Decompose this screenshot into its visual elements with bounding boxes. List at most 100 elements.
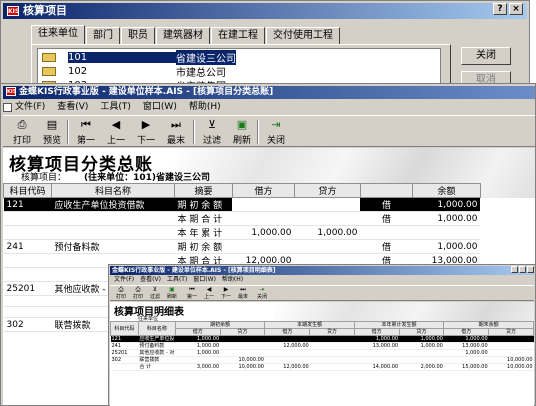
tab-building-materials[interactable]: 建筑器材 (156, 27, 210, 44)
folder-icon (42, 53, 56, 62)
detail-menu-view[interactable]: 查看(V) (137, 276, 164, 284)
detail-prev-button[interactable]: ◀ 上一 (201, 287, 217, 301)
menu-tools[interactable]: 工具(T) (94, 100, 137, 114)
help-button[interactable]: ? (493, 3, 507, 15)
table-row[interactable]: 本 期 合 计 借 1,000.00 (3, 211, 481, 226)
cell-credit: 1,000.00 (294, 225, 361, 240)
refresh-label: 刷新 (232, 136, 251, 146)
maximize-icon[interactable] (519, 266, 526, 273)
preview-button[interactable]: ▤ 预览 (37, 119, 67, 147)
col-header-name[interactable]: 科目名称 (51, 183, 175, 198)
detail-print2-label: 打印 (132, 294, 143, 300)
menu-view[interactable]: 查看(V) (51, 100, 94, 114)
printer-icon: ⎙ (135, 286, 141, 293)
detail-table-row[interactable]: 302 联营拨款 10,000.00 10,000.00 (110, 356, 534, 364)
preview-label: 预览 (42, 136, 61, 146)
list-item[interactable]: 101 省建设三公司 (42, 50, 236, 65)
menu-file[interactable]: 文件(F) (3, 100, 51, 114)
cell-debit (232, 211, 295, 226)
print-button[interactable]: ⎙ 打印 (7, 119, 37, 147)
detail-menu-window[interactable]: 窗口(W) (190, 276, 219, 284)
exit-icon: ⇥ (271, 118, 281, 131)
refresh-button[interactable]: ▣ 刷新 (227, 119, 257, 147)
detail-cell-amount: 14,000.00 (354, 363, 400, 371)
detail-first-button[interactable]: ⏮ 第一 (184, 287, 200, 301)
detail-menu-bar: 文件(F) 查看(V) 工具(T) 窗口(W) 帮助(H) (111, 276, 246, 284)
filter-label: 过滤 (202, 136, 221, 146)
close-icon[interactable] (527, 266, 534, 273)
menu-help[interactable]: 帮助(H) (183, 100, 227, 114)
col-header-credit[interactable]: 贷方 (293, 183, 361, 198)
detail-menu-tools[interactable]: 工具(T) (164, 276, 190, 284)
detail-print2-button[interactable]: ⎙ 打印 (130, 287, 146, 301)
table-row[interactable]: 121 应收生产单位投资借款期 初 余 额 借 1,000.00 (3, 197, 481, 212)
menu-window[interactable]: 窗口(W) (137, 100, 183, 114)
detail-cell-amount: 13,000.00 (354, 342, 400, 350)
list-item-name: 省建设三公司 (176, 50, 236, 65)
close-button[interactable]: 关闭 (461, 47, 511, 65)
subtitle-value: (往来单位：101)省建设三公司 (84, 173, 211, 183)
cell-code: 25201 (3, 281, 52, 296)
col-header-summary[interactable]: 摘要 (173, 183, 233, 198)
detail-cell-amount (488, 342, 534, 350)
detail-col-closing[interactable]: 期末余额 (443, 321, 534, 329)
last-button[interactable]: ⏭ 最末 (161, 119, 191, 147)
cell-code: 241 (3, 239, 52, 254)
col-header-code[interactable]: 科目代码 (3, 183, 52, 198)
col-header-direction[interactable] (359, 183, 413, 198)
detail-titlebar[interactable]: 金蝶KIS行政事业版 - 建设单位样本.AIS - [核算项目明细表] (110, 266, 534, 275)
filter-button[interactable]: ⊻ 过滤 (197, 119, 227, 147)
detail-cell-amount: 12,000.00 (264, 342, 310, 350)
detail-cell-code (110, 363, 139, 371)
tab-contacts[interactable]: 往来单位 (31, 25, 85, 44)
detail-next-label: 下一 (220, 294, 231, 300)
detail-refresh-button[interactable]: ▣ 刷新 (164, 287, 180, 301)
dialog-titlebar[interactable]: KIS 核算项目 (3, 3, 527, 19)
dialog-close-icon[interactable]: × (509, 3, 523, 15)
detail-cell-amount: 13,000.00 (443, 342, 489, 350)
detail-exit-button[interactable]: ⇥ 关闭 (254, 287, 270, 301)
table-row[interactable]: 本 年 累 计 1,000.00 1,000.00 (3, 225, 481, 240)
last-icon: ⏭ (171, 118, 181, 131)
report-subtitle: 核算项目： (往来单位：101)省建设三公司 (21, 170, 210, 183)
table-row[interactable]: 241 预付备料款期 初 余 额 借 1,000.00 (3, 239, 481, 254)
detail-next-button[interactable]: ▶ 下一 (218, 287, 234, 301)
next-button[interactable]: ▶ 下一 (131, 119, 161, 147)
detail-toolbar: ⎙ 打印 ⎙ 打印 ⊻ 过滤 ▣ 刷新 ⏮ 第一 ◀ 上一 ▶ 下一 ⏭ 最末 ⇥ 关闭 (110, 285, 534, 301)
tab-construction-in-progress[interactable]: 在建工程 (211, 27, 265, 44)
detail-cell-name: 应收生产单位投 (138, 335, 176, 343)
detail-menu-help[interactable]: 帮助(H) (219, 276, 246, 284)
detail-cell-amount: 1,000.00 (443, 349, 489, 357)
col-header-balance[interactable]: 余额 (411, 183, 481, 198)
detail-print-button[interactable]: ⎙ 打印 (113, 287, 129, 301)
list-item[interactable]: 102 市建总公司 (42, 65, 226, 79)
detail-col-code[interactable]: 科目代码 (110, 321, 139, 336)
minimize-icon[interactable] (511, 266, 518, 273)
detail-menu-file[interactable]: 文件(F) (111, 276, 137, 284)
detail-table-row[interactable]: 25201 其他应收款 - 对 1,000.00 1,000.00 (110, 349, 534, 357)
detail-last-button[interactable]: ⏭ 最末 (235, 287, 251, 301)
detail-table-row[interactable]: 241 预付备料款 1,000.00 12,000.00 13,000.00 1,000.… (110, 342, 534, 350)
preview-icon: ▤ (46, 118, 58, 131)
tab-delivered-projects[interactable]: 交付使用工程 (266, 27, 340, 44)
tab-departments[interactable]: 部门 (86, 27, 120, 44)
detail-col-name[interactable]: 科目名称 (137, 321, 176, 336)
tab-staff[interactable]: 职员 (121, 27, 155, 44)
detail-col-period[interactable]: 本期发生额 (264, 321, 355, 329)
exit-button[interactable]: ⇥ 关闭 (261, 119, 291, 147)
first-button[interactable]: ⏮ 第一 (71, 119, 101, 147)
list-item-name: 市建总公司 (176, 68, 226, 79)
detail-table-row[interactable]: 121 应收生产单位投 1,000.00 1,000.00 1,000.00 1,000.… (110, 335, 534, 343)
cell-balance: 1,000.00 (412, 197, 481, 212)
detail-col-ytd[interactable]: 本年累计发生额 (353, 321, 445, 329)
kis-logo-icon: KIS (6, 87, 17, 96)
col-header-debit[interactable]: 借方 (231, 183, 295, 198)
detail-sub-debit: 借方 (174, 328, 221, 336)
detail-sub-debit: 借方 (353, 328, 400, 336)
detail-filter-button[interactable]: ⊻ 过滤 (147, 287, 163, 301)
detail-col-opening[interactable]: 期初余额 (174, 321, 266, 329)
main-titlebar[interactable]: KIS 金蝶KIS行政事业版 - 建设单位样本.AIS - [核算项目分类总账] (3, 86, 535, 99)
detail-table-row[interactable]: 合 计 3,000.00 10,000.00 12,000.00 14,000.00 2,… (110, 363, 534, 371)
previous-button[interactable]: ◀ 上一 (101, 119, 131, 147)
detail-sub-credit: 贷方 (219, 328, 266, 336)
